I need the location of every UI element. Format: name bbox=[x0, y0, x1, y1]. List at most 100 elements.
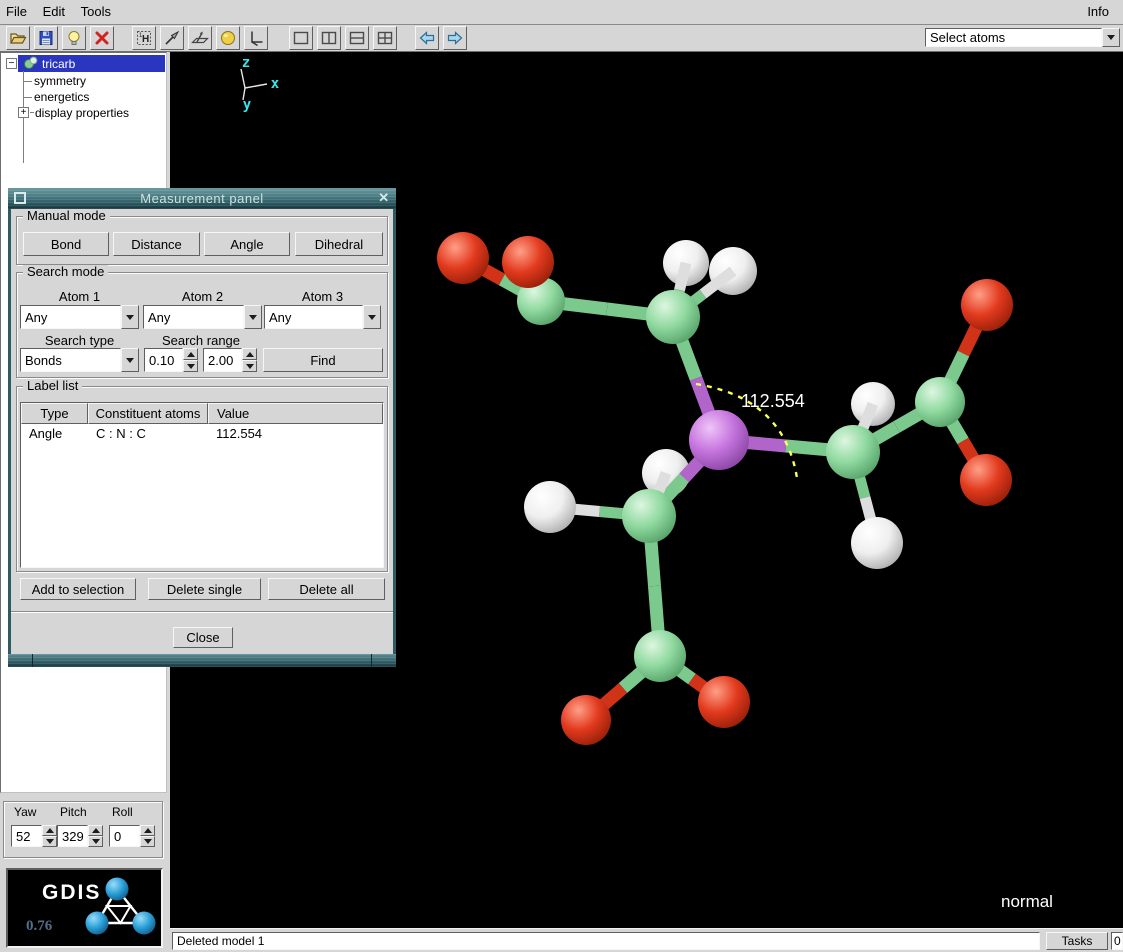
open-folder-button[interactable] bbox=[6, 26, 30, 50]
atom3-arrow-button[interactable] bbox=[363, 305, 381, 329]
dihedral-button[interactable]: Dihedral bbox=[295, 232, 383, 256]
close-button[interactable]: ✕ bbox=[375, 189, 393, 207]
periodicity-icon bbox=[191, 29, 209, 47]
yaw-spinbox[interactable]: 52 bbox=[11, 825, 42, 847]
add-to-selection-button[interactable]: Add to selection bbox=[20, 578, 136, 600]
next-model-icon bbox=[446, 29, 464, 47]
spin-up-button[interactable] bbox=[140, 825, 155, 836]
search-type-arrow-button[interactable] bbox=[121, 348, 139, 372]
spin-up-button[interactable] bbox=[42, 825, 57, 836]
atom2-arrow-button[interactable] bbox=[244, 305, 262, 329]
tree-item-display-properties[interactable]: display properties bbox=[35, 106, 129, 120]
atom1-combo[interactable]: Any bbox=[20, 305, 139, 329]
render-sphere-button[interactable] bbox=[216, 26, 240, 50]
prev-model-button[interactable] bbox=[415, 26, 439, 50]
atom2-combo[interactable]: Any bbox=[143, 305, 262, 329]
arrow-down-icon bbox=[144, 839, 152, 844]
spin-down-button[interactable] bbox=[88, 836, 103, 847]
tree-expand-button[interactable]: + bbox=[18, 107, 29, 118]
split-horizontal-icon bbox=[348, 29, 366, 47]
column-header-value[interactable]: Value bbox=[208, 403, 383, 424]
roll-spinner[interactable] bbox=[140, 825, 155, 847]
select-atoms-arrow-button[interactable] bbox=[1102, 28, 1120, 47]
measure-dart-button[interactable] bbox=[160, 26, 184, 50]
close-panel-button[interactable]: Close bbox=[173, 627, 233, 648]
atom3-value[interactable]: Any bbox=[264, 305, 363, 329]
column-header-type[interactable]: Type bbox=[21, 403, 88, 424]
chevron-down-icon bbox=[368, 315, 376, 320]
yaw-spinner[interactable] bbox=[42, 825, 57, 847]
label-list-row[interactable]: AngleC : N : C112.554 bbox=[21, 424, 383, 442]
measure-dart-icon bbox=[163, 29, 181, 47]
atom1-arrow-button[interactable] bbox=[121, 305, 139, 329]
column-header-constituent-atoms[interactable]: Constituent atoms bbox=[88, 403, 208, 424]
quad-pane-button[interactable] bbox=[373, 26, 397, 50]
open-folder-icon bbox=[9, 29, 27, 47]
range-max-spinbox[interactable]: 2.00 bbox=[203, 348, 242, 372]
arrow-down-icon bbox=[46, 839, 54, 844]
axes-button[interactable] bbox=[244, 26, 268, 50]
label-list-cell: Angle bbox=[21, 426, 88, 441]
bond-button[interactable]: Bond bbox=[23, 232, 109, 256]
search-type-value[interactable]: Bonds bbox=[20, 348, 121, 372]
logo-sphere bbox=[106, 878, 129, 901]
panel-separator bbox=[11, 611, 393, 613]
atom1-value[interactable]: Any bbox=[20, 305, 121, 329]
delete-model-button[interactable] bbox=[90, 26, 114, 50]
find-button[interactable]: Find bbox=[263, 348, 383, 372]
spin-down-button[interactable] bbox=[183, 360, 198, 372]
pitch-spinner[interactable] bbox=[88, 825, 103, 847]
measurement-panel-body: Manual mode Bond Distance Angle Dihedral… bbox=[8, 209, 396, 654]
delete-single-button[interactable]: Delete single bbox=[148, 578, 261, 600]
range-max-spinner[interactable] bbox=[242, 348, 257, 372]
atom3-combo[interactable]: Any bbox=[264, 305, 381, 329]
range-min-spinbox[interactable]: 0.10 bbox=[144, 348, 183, 372]
logo-version: 0.76 bbox=[26, 918, 53, 934]
roll-spinbox[interactable]: 0 bbox=[109, 825, 140, 847]
select-atoms-combo[interactable]: Select atoms bbox=[925, 28, 1120, 47]
pitch-spinbox[interactable]: 329 bbox=[57, 825, 88, 847]
arrow-up-icon bbox=[187, 352, 195, 357]
roll-label: Roll bbox=[112, 805, 133, 819]
tree-collapse-button[interactable]: − bbox=[6, 58, 17, 69]
tree-item-tricarb[interactable] bbox=[18, 55, 165, 72]
tree-guide-line bbox=[23, 97, 32, 98]
arrow-up-icon bbox=[92, 828, 100, 833]
tree-item-symmetry[interactable]: symmetry bbox=[34, 74, 86, 88]
range-min-spinner[interactable] bbox=[183, 348, 198, 372]
atom2-value[interactable]: Any bbox=[143, 305, 244, 329]
spin-up-button[interactable] bbox=[88, 825, 103, 836]
menu-item-info[interactable]: Info bbox=[1081, 0, 1115, 23]
menu-item-tools[interactable]: Tools bbox=[75, 0, 117, 23]
label-list-table: Type Constituent atoms Value AngleC : N … bbox=[20, 402, 384, 568]
periodicity-button[interactable] bbox=[188, 26, 212, 50]
hydrogen-toggle-button[interactable]: H1 bbox=[132, 26, 156, 50]
measurement-panel-titlebar[interactable]: Measurement panel ✕ bbox=[8, 188, 396, 209]
hint-lightbulb-button[interactable] bbox=[62, 26, 86, 50]
tasks-button[interactable]: Tasks bbox=[1046, 932, 1108, 950]
single-pane-button[interactable] bbox=[289, 26, 313, 50]
spin-down-button[interactable] bbox=[140, 836, 155, 847]
spin-down-button[interactable] bbox=[42, 836, 57, 847]
select-atoms-value[interactable]: Select atoms bbox=[925, 28, 1102, 47]
tree-item-tricarb-label[interactable]: tricarb bbox=[42, 57, 75, 71]
arrow-down-icon bbox=[187, 364, 195, 369]
window-menu-icon[interactable] bbox=[14, 192, 26, 204]
spin-up-button[interactable] bbox=[242, 348, 257, 360]
split-vertical-button[interactable] bbox=[317, 26, 341, 50]
svg-text:H: H bbox=[142, 34, 149, 45]
search-type-combo[interactable]: Bonds bbox=[20, 348, 139, 372]
spin-up-button[interactable] bbox=[183, 348, 198, 360]
tree-item-energetics[interactable]: energetics bbox=[34, 90, 89, 104]
distance-button[interactable]: Distance bbox=[113, 232, 200, 256]
angle-button[interactable]: Angle bbox=[204, 232, 290, 256]
split-horizontal-button[interactable] bbox=[345, 26, 369, 50]
spin-down-button[interactable] bbox=[242, 360, 257, 372]
menu-item-edit[interactable]: Edit bbox=[37, 0, 71, 23]
view-mode-label: normal bbox=[1001, 892, 1053, 912]
menu-item-file[interactable]: File bbox=[0, 0, 33, 23]
delete-all-button[interactable]: Delete all bbox=[268, 578, 385, 600]
next-model-button[interactable] bbox=[443, 26, 467, 50]
measurement-panel-resize-bar[interactable] bbox=[8, 654, 396, 667]
save-button[interactable] bbox=[34, 26, 58, 50]
